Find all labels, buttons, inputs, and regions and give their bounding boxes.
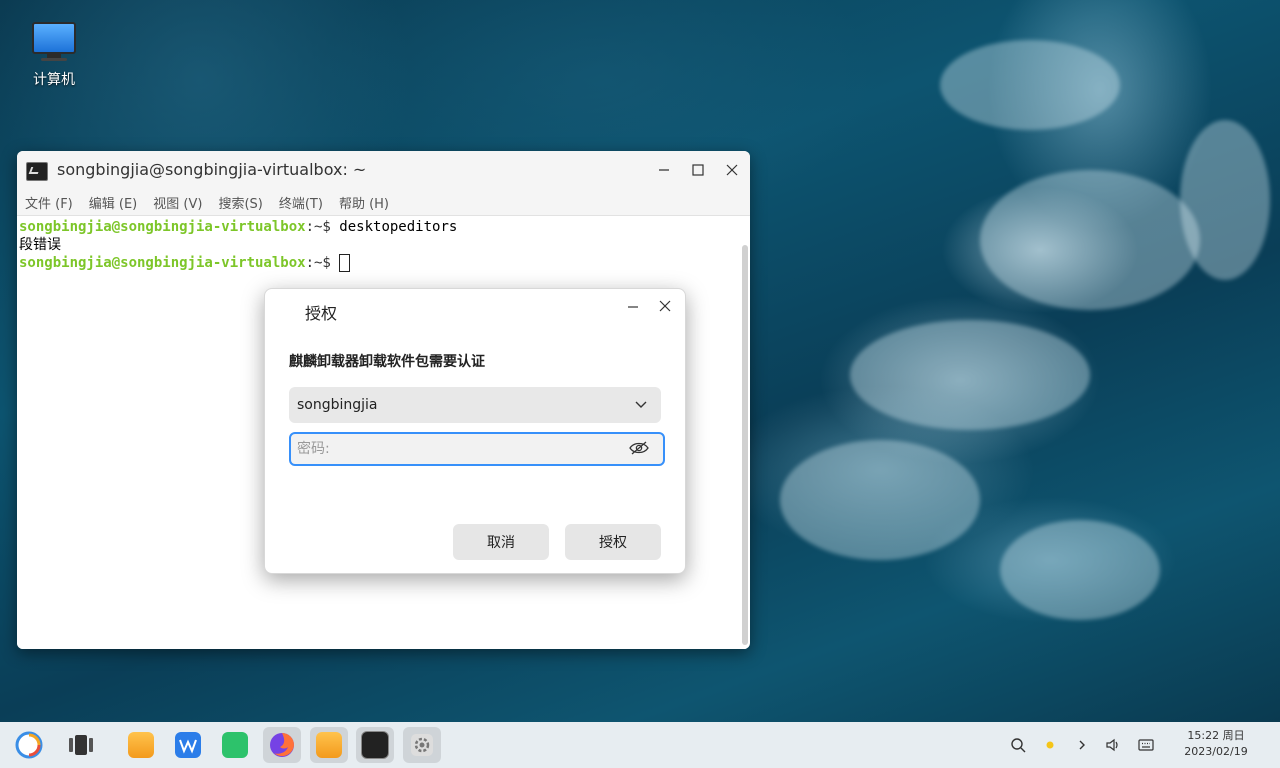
menu-file[interactable]: 文件 (F): [25, 193, 73, 212]
close-icon: [726, 164, 738, 176]
authorize-button[interactable]: 授权: [565, 524, 661, 560]
multitask-view-icon: [69, 735, 93, 755]
tray-notification[interactable]: [1040, 735, 1060, 755]
prompt-user: songbingjia@songbingjia-virtualbox: [19, 255, 306, 271]
minimize-icon: [659, 169, 669, 171]
desktop-icon-computer[interactable]: 计算机: [24, 22, 84, 89]
package-installer-icon: [128, 732, 154, 758]
taskbar-app-installer[interactable]: [122, 727, 160, 763]
prompt-path: :~$: [305, 219, 340, 235]
terminal-title: songbingjia@songbingjia-virtualbox: ~: [57, 160, 367, 179]
user-select[interactable]: songbingjia: [289, 387, 661, 423]
multitask-view-button[interactable]: [62, 727, 100, 763]
dialog-message: 麒麟卸载器卸载软件包需要认证: [289, 354, 485, 370]
terminal-command: desktopeditors: [339, 219, 458, 235]
close-icon: [659, 300, 671, 312]
wallpaper-foam: [850, 320, 1090, 430]
tray-search[interactable]: [1008, 735, 1028, 755]
tray-keyboard[interactable]: [1136, 735, 1156, 755]
keyboard-icon: [1138, 739, 1154, 751]
terminal-cursor: [339, 254, 351, 272]
desktop-icon-label: 计算机: [33, 72, 75, 88]
computer-icon: [24, 22, 84, 61]
clock-date: 2023/02/19: [1184, 745, 1248, 758]
password-field[interactable]: [289, 432, 665, 466]
menu-help[interactable]: 帮助 (H): [339, 193, 389, 212]
terminal-menubar: 文件 (F) 编辑 (E) 视图 (V) 搜索(S) 终端(T) 帮助 (H): [17, 189, 750, 216]
eye-hidden-icon[interactable]: [629, 440, 649, 456]
dialog-title: 授权: [305, 304, 338, 323]
terminal-icon: [26, 162, 48, 181]
minimize-button[interactable]: [653, 159, 675, 181]
package-installer-icon: [316, 732, 342, 758]
terminal-line: songbingjia@songbingjia-virtualbox:~$ de…: [19, 218, 744, 236]
maximize-button[interactable]: [687, 159, 709, 181]
wallpaper-foam: [1000, 520, 1160, 620]
kylin-start-icon: [15, 731, 43, 759]
chevron-right-icon: [1079, 740, 1085, 750]
gear-icon: [411, 734, 433, 756]
start-menu-button[interactable]: [10, 727, 48, 763]
wallpaper-foam: [980, 170, 1200, 310]
search-icon: [1011, 738, 1026, 753]
wallpaper-foam: [1180, 120, 1270, 280]
terminal-line: 段错误: [19, 236, 744, 254]
terminal-error-output: 段错误: [19, 237, 61, 253]
wallpaper-foam: [780, 440, 980, 560]
taskbar-chat[interactable]: [216, 727, 254, 763]
menu-search[interactable]: 搜索(S): [218, 193, 262, 212]
menu-edit[interactable]: 编辑 (E): [89, 193, 138, 212]
firefox-icon: [270, 733, 294, 757]
taskbar-app-installer-running[interactable]: [310, 727, 348, 763]
user-select-value: songbingjia: [297, 397, 378, 413]
menu-view[interactable]: 视图 (V): [153, 193, 202, 212]
taskbar-wps[interactable]: [169, 727, 207, 763]
menu-terminal[interactable]: 终端(T): [279, 193, 323, 212]
tray-expand[interactable]: [1072, 735, 1092, 755]
taskbar-firefox[interactable]: [263, 727, 301, 763]
terminal-scrollbar[interactable]: [742, 245, 748, 645]
chevron-down-icon: [635, 401, 647, 408]
close-button[interactable]: [721, 159, 743, 181]
notification-dot-icon: [1046, 741, 1054, 749]
prompt-user: songbingjia@songbingjia-virtualbox: [19, 219, 306, 235]
cancel-button[interactable]: 取消: [453, 524, 549, 560]
prompt-path: :~$: [305, 255, 340, 271]
taskbar-terminal[interactable]: [356, 727, 394, 763]
dialog-close-button[interactable]: [655, 297, 675, 317]
terminal-titlebar[interactable]: songbingjia@songbingjia-virtualbox: ~: [17, 151, 750, 189]
terminal-line: songbingjia@songbingjia-virtualbox:~$: [19, 254, 744, 272]
tray-volume[interactable]: [1103, 735, 1123, 755]
auth-dialog[interactable]: 授权 麒麟卸载器卸载软件包需要认证 songbingjia 取消 授权: [264, 288, 686, 574]
maximize-icon: [692, 164, 704, 176]
clock-time: 15:22 周日: [1187, 729, 1245, 742]
terminal-icon: [361, 731, 389, 759]
taskbar-clock[interactable]: 15:22 周日 2023/02/19: [1180, 728, 1252, 760]
dialog-minimize-button[interactable]: [623, 297, 643, 317]
taskbar: 15:22 周日 2023/02/19: [0, 722, 1280, 768]
wps-icon: [175, 732, 201, 758]
chat-icon: [222, 732, 248, 758]
taskbar-settings[interactable]: [403, 727, 441, 763]
minimize-icon: [628, 306, 638, 308]
volume-icon: [1106, 738, 1118, 752]
wallpaper-foam: [940, 40, 1120, 130]
